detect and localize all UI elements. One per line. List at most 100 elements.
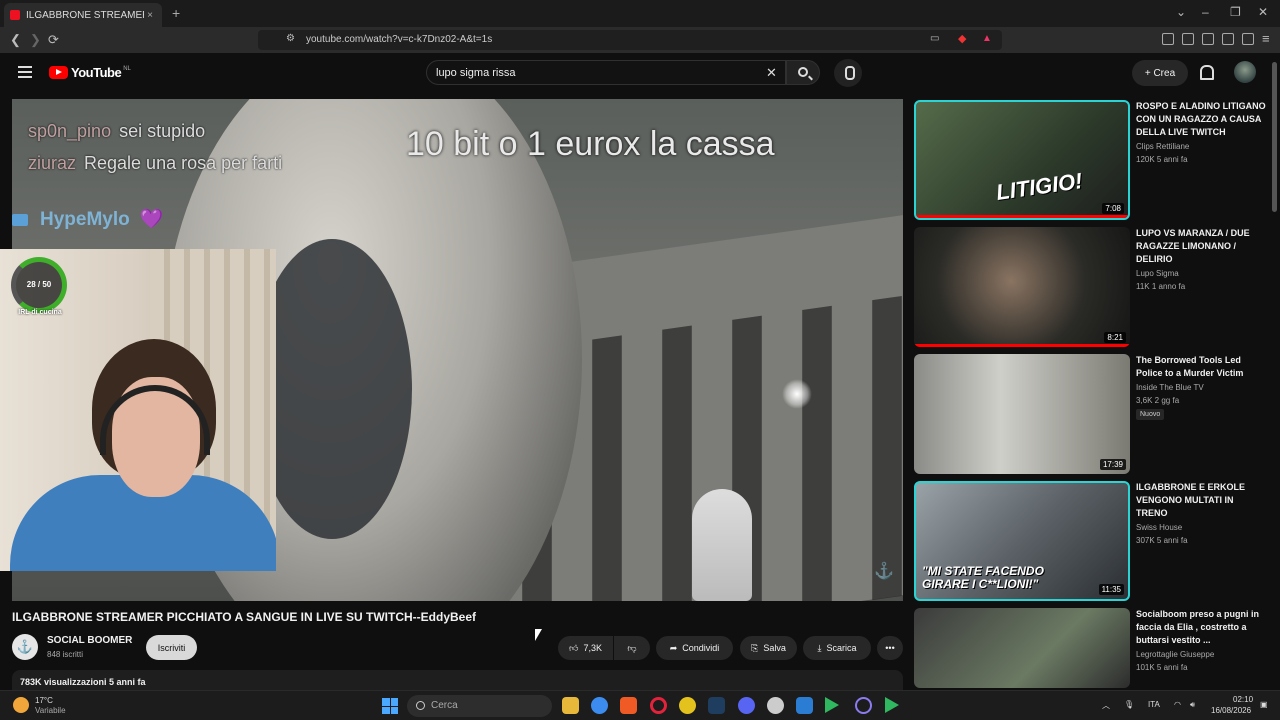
recommended-video[interactable]: 17:39 The Borrowed Tools Led Police to a… xyxy=(914,354,1270,476)
tab-list-icon[interactable]: ⌄ xyxy=(1176,5,1186,19)
clock-date[interactable]: 16/08/2026 xyxy=(1211,706,1251,715)
channel-avatar[interactable]: ⚓ xyxy=(12,634,38,660)
like-button[interactable]: 👍︎ 7,3K xyxy=(558,636,613,660)
download-button[interactable]: ⤓ Scarica xyxy=(803,636,871,660)
chat-message: sp0n_pino sei stupido xyxy=(28,121,205,142)
channel-name: Swiss House xyxy=(1136,523,1183,532)
dislike-button[interactable]: 👎︎ xyxy=(614,636,650,660)
minimize-button[interactable]: – xyxy=(1202,5,1209,19)
hamburger-menu-icon[interactable] xyxy=(18,66,32,78)
channel-name[interactable]: SOCIAL BOOMER xyxy=(47,635,132,646)
like-count: 7,3K xyxy=(583,643,602,653)
music-icon[interactable] xyxy=(1162,33,1174,45)
play-app-icon[interactable] xyxy=(885,697,899,713)
language-indicator[interactable]: ITA xyxy=(1148,700,1160,709)
share-button[interactable]: ➦ Condividi xyxy=(656,636,733,660)
goal-label: IRL di cucina xyxy=(18,309,62,316)
play-app-icon[interactable] xyxy=(825,697,839,713)
recommended-video[interactable]: 8:21 LUPO VS MARANZA / DUE RAGAZZE LIMON… xyxy=(914,227,1270,349)
clock-time[interactable]: 02:10 xyxy=(1233,695,1253,704)
new-tab-button[interactable]: + xyxy=(172,5,180,21)
maximize-button[interactable]: ❐ xyxy=(1230,5,1241,19)
subscribe-button[interactable]: Iscriviti xyxy=(146,635,197,660)
video-duration: 7:08 xyxy=(1102,203,1124,214)
save-button[interactable]: ⎘ Salva xyxy=(740,636,797,660)
microphone-icon[interactable]: 🎙︎ xyxy=(1124,700,1134,709)
youtube-favicon-icon xyxy=(10,10,20,20)
browser-tab[interactable]: ILGABBRONE STREAMER PICCHIATO A SANGUE I… xyxy=(4,3,162,27)
brave-shield-icon[interactable]: ◆ xyxy=(958,32,966,45)
chrome-icon[interactable] xyxy=(591,697,608,714)
video-thumbnail[interactable] xyxy=(914,608,1130,688)
weather-icon[interactable] xyxy=(13,697,29,713)
hype-message: HypeMylo 💜 xyxy=(12,207,163,231)
windows-start-icon[interactable] xyxy=(382,698,398,714)
outlook-icon[interactable] xyxy=(796,697,813,714)
more-actions-button[interactable]: ••• xyxy=(877,636,903,660)
clear-search-icon[interactable]: ✕ xyxy=(766,65,777,81)
wifi-icon[interactable]: ◠ xyxy=(1174,700,1181,709)
page-scrollbar[interactable] xyxy=(1272,62,1277,212)
leo-ai-icon[interactable] xyxy=(1222,33,1234,45)
recommended-video[interactable]: LITIGIO! 7:08 ROSPO E ALADINO LITIGANO C… xyxy=(914,100,1270,222)
rewards-icon[interactable]: ▲ xyxy=(982,33,992,44)
youtube-play-icon xyxy=(49,66,68,79)
anchor-watermark-icon: ⚓ xyxy=(874,563,894,580)
steam-icon[interactable] xyxy=(708,697,725,714)
brave-icon[interactable] xyxy=(620,697,637,714)
download-label: Scarica xyxy=(826,643,857,653)
voice-search-icon[interactable] xyxy=(834,59,862,87)
thumbs-down-icon: 👎︎ xyxy=(627,642,637,653)
video-meta: 307K 5 anni fa xyxy=(1136,536,1188,545)
notifications-icon[interactable]: ▣ xyxy=(1260,700,1268,709)
video-title: Socialboom preso a pugni in faccia da El… xyxy=(1136,609,1260,645)
video-thumbnail[interactable]: 17:39 xyxy=(914,354,1130,474)
volume-icon[interactable]: 🔊︎ xyxy=(1190,700,1195,710)
closed-umbrella xyxy=(692,489,752,601)
opera-icon[interactable] xyxy=(650,697,667,714)
video-thumbnail[interactable]: LITIGIO! 7:08 xyxy=(914,100,1130,220)
discord-icon[interactable] xyxy=(738,697,755,714)
close-tab-icon[interactable]: × xyxy=(144,10,156,21)
app-icon[interactable] xyxy=(855,697,872,714)
channel-name: Clips Rettiliane xyxy=(1136,142,1190,151)
site-info-icon[interactable]: ⚙ xyxy=(286,33,295,44)
app-icon[interactable] xyxy=(767,697,784,714)
file-explorer-icon[interactable] xyxy=(562,697,579,714)
forward-icon[interactable]: ❯ xyxy=(30,32,41,48)
taskbar-search[interactable]: Cerca xyxy=(407,695,552,717)
back-icon[interactable]: ❮ xyxy=(10,32,21,48)
video-thumbnail[interactable]: 8:21 xyxy=(914,227,1130,347)
sidebar-icon[interactable] xyxy=(1182,33,1194,45)
heart-icon: 💜 xyxy=(139,209,164,230)
close-window-button[interactable]: ✕ xyxy=(1258,5,1268,19)
hype-username: HypeMylo xyxy=(40,209,130,230)
recommended-video[interactable]: "MI STATE FACENDO GIRARE I C**LIONI!" 11… xyxy=(914,481,1270,603)
youtube-logo[interactable]: YouTube NL xyxy=(49,65,131,80)
search-input[interactable]: lupo sigma rissa ✕ xyxy=(426,60,786,85)
video-meta: 3,6K 2 gg fa xyxy=(1136,396,1180,405)
chat-username: ziuraz xyxy=(28,153,77,173)
menu-icon[interactable]: ≡ xyxy=(1262,31,1270,46)
recommended-video[interactable]: Socialboom preso a pugni in faccia da El… xyxy=(914,608,1270,688)
wallet-icon[interactable] xyxy=(1202,33,1214,45)
norton-icon[interactable] xyxy=(679,697,696,714)
cast-icon[interactable]: ▭ xyxy=(930,33,939,44)
account-avatar[interactable] xyxy=(1234,61,1256,83)
stream-overlay-title: 10 bit o 1 eurox la cassa xyxy=(406,125,775,163)
chat-text: sei stupido xyxy=(119,121,206,141)
show-hidden-icons[interactable]: ︿ xyxy=(1102,700,1110,711)
windows-taskbar: 17°C Variabile Cerca ︿ 🎙︎ ITA ◠ 🔊︎ 02:10… xyxy=(0,690,1280,720)
create-button[interactable]: + Crea xyxy=(1132,60,1188,86)
weather-temperature: 17°C xyxy=(35,696,53,705)
video-duration: 11:35 xyxy=(1098,584,1124,595)
video-thumbnail[interactable]: "MI STATE FACENDO GIRARE I C**LIONI!" 11… xyxy=(914,481,1130,601)
chat-username: sp0n_pino xyxy=(28,121,112,141)
search-button[interactable] xyxy=(786,60,820,85)
browser-toolbar: ❮ ❯ ⟳ ▯ ⚙ youtube.com/watch?v=c-k7Dnz02-… xyxy=(0,27,1280,53)
video-description-box[interactable]: 783K visualizzazioni 5 anni fa xyxy=(12,670,903,690)
address-bar[interactable]: ⚙ youtube.com/watch?v=c-k7Dnz02-A&t=1s ▭… xyxy=(258,30,1002,50)
reload-icon[interactable]: ⟳ xyxy=(48,32,59,48)
notifications-bell-icon[interactable] xyxy=(1199,65,1214,80)
vpn-icon[interactable] xyxy=(1242,33,1254,45)
